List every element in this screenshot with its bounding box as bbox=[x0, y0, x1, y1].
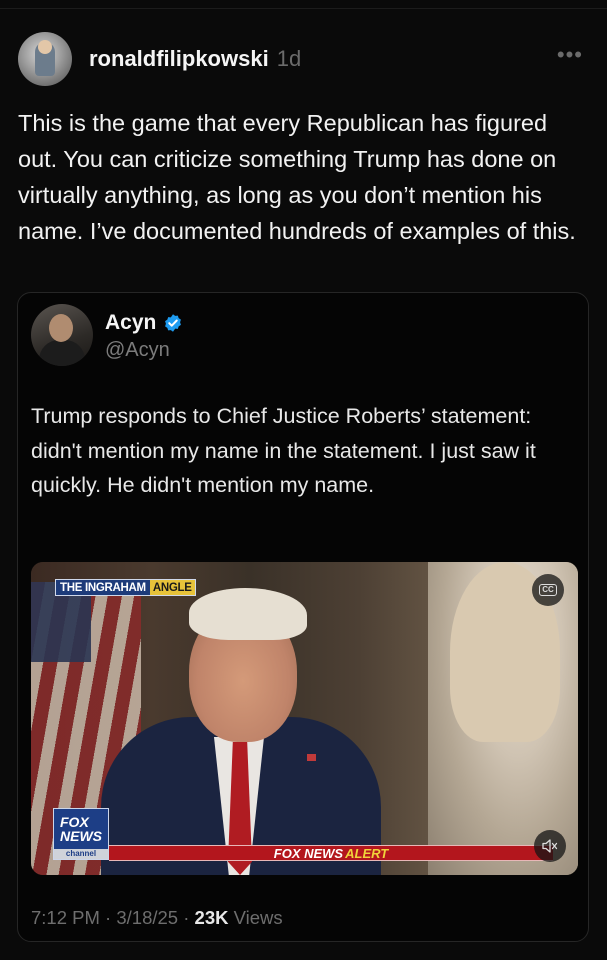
closed-captions-icon: CC bbox=[539, 584, 557, 596]
author-username[interactable]: ronaldfilipkowski bbox=[89, 46, 269, 72]
network-logo: FOX NEWS channel bbox=[53, 808, 109, 860]
news-alert-banner: FOX NEWS ALERT bbox=[109, 845, 553, 861]
closed-captions-button[interactable]: CC bbox=[532, 574, 564, 606]
post-meta: 7:12 PM · 3/18/25 · 23K Views bbox=[31, 907, 283, 928]
views-label: Views bbox=[233, 907, 283, 928]
more-options-icon[interactable]: ••• bbox=[557, 42, 583, 68]
quoted-author-name-row[interactable]: Acyn bbox=[105, 311, 183, 335]
post-header: ronaldfilipkowski 1d ••• bbox=[18, 32, 593, 86]
views-count: 23K bbox=[194, 907, 229, 928]
mute-button[interactable] bbox=[534, 830, 566, 862]
verified-badge-icon bbox=[165, 314, 182, 332]
quoted-author-handle: @Acyn bbox=[105, 339, 170, 361]
quoted-author-avatar[interactable] bbox=[31, 304, 93, 366]
quoted-author-name[interactable]: Acyn bbox=[105, 311, 156, 335]
author-avatar[interactable] bbox=[18, 32, 72, 86]
post-date: 3/18/25 bbox=[116, 907, 179, 928]
post-time: 7:12 PM bbox=[31, 907, 100, 928]
post-text: This is the game that every Republican h… bbox=[18, 110, 576, 244]
show-title-tag: THE INGRAHAM ANGLE bbox=[55, 579, 196, 596]
post-age: 1d bbox=[276, 46, 302, 71]
top-divider bbox=[0, 8, 607, 9]
quoted-post-text: Trump responds to Chief Justice Roberts’… bbox=[31, 404, 536, 497]
mute-icon bbox=[542, 839, 558, 853]
quoted-post-card[interactable]: Acyn @Acyn Trump responds to Chief Justi… bbox=[17, 292, 589, 942]
video-player[interactable]: THE INGRAHAM ANGLE CC FOX NEWS channel F… bbox=[31, 562, 578, 875]
